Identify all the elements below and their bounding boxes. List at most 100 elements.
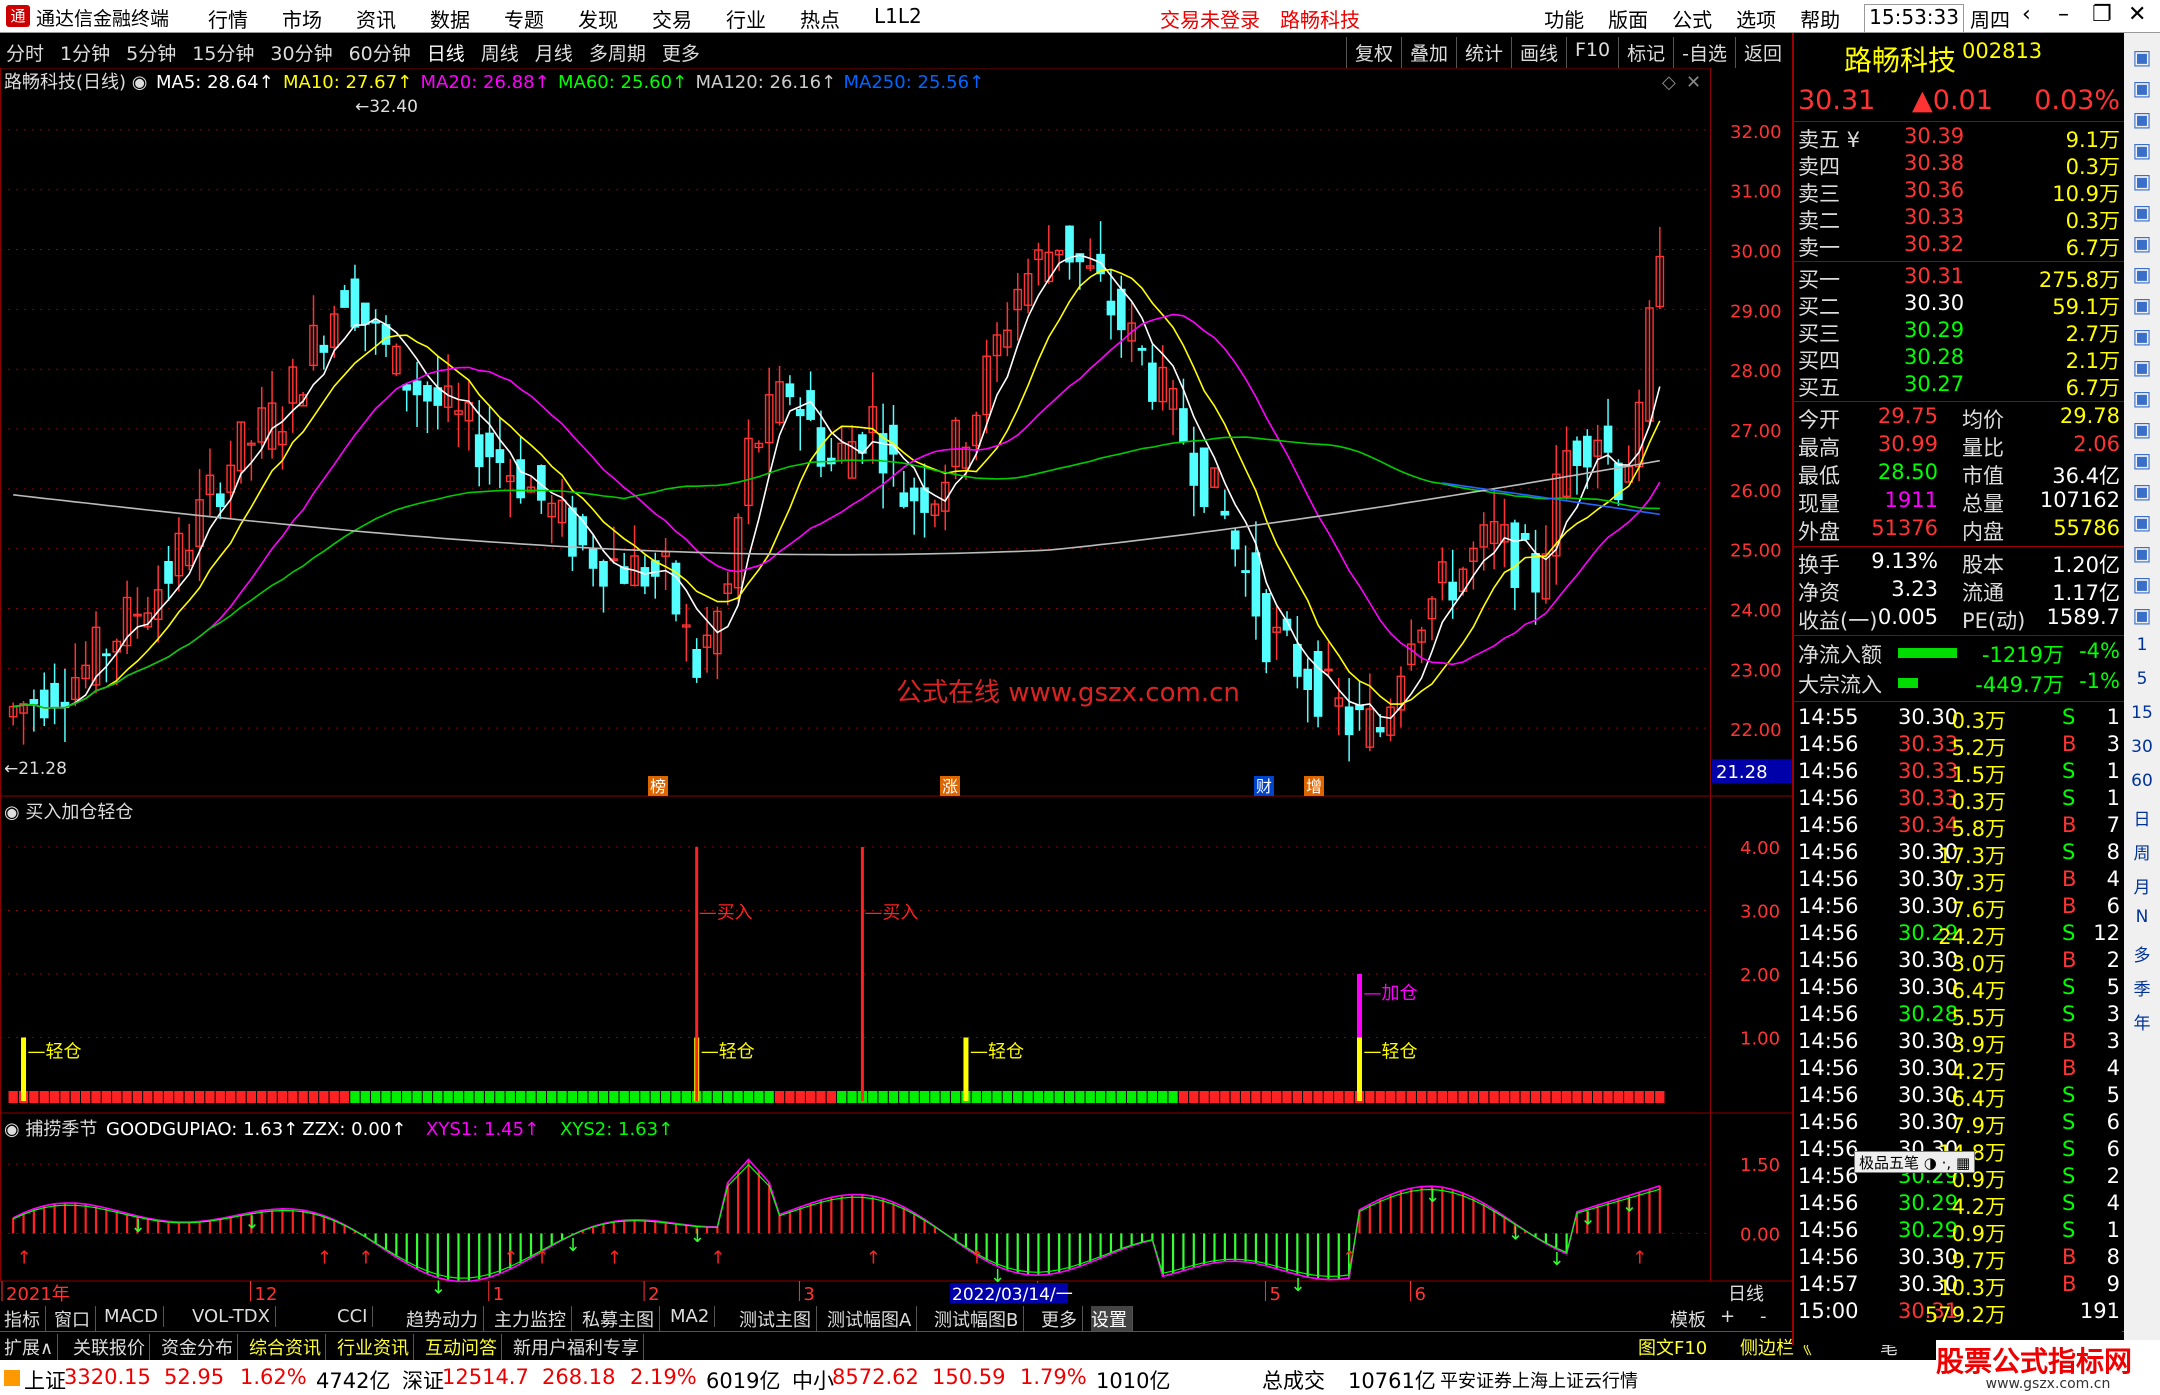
indicator-tab-9[interactable]: 测试主图 xyxy=(739,1306,817,1332)
ext-right-0[interactable]: 图文F10 xyxy=(1638,1334,1707,1360)
event-tag-2[interactable]: 财 xyxy=(1254,776,1274,796)
event-tag-1[interactable]: 涨 xyxy=(940,776,960,796)
kline-chart-area[interactable]: 32.0031.0030.0029.0028.0027.0026.0025.00… xyxy=(0,68,1792,1305)
menu-item-news[interactable]: 资讯 xyxy=(356,4,396,33)
menu-item-discover[interactable]: 发现 xyxy=(578,4,618,33)
side-period-6[interactable]: 周 xyxy=(2124,839,2160,864)
doc-icon[interactable]: ▣ xyxy=(2130,262,2154,286)
ext-tab-5[interactable]: 互动问答 xyxy=(425,1334,502,1360)
menu-item-help[interactable]: 帮助 xyxy=(1800,4,1840,33)
menu-item-topics[interactable]: 专题 xyxy=(504,4,544,33)
ext-tab-3[interactable]: 综合资讯 xyxy=(249,1334,326,1360)
tab-right-1[interactable]: + xyxy=(1720,1306,1735,1327)
side-period-9[interactable]: 多 xyxy=(2124,941,2160,966)
period-tab-4[interactable]: 30分钟 xyxy=(270,39,332,66)
menu-item-function[interactable]: 功能 xyxy=(1544,4,1584,33)
indicator-tab-13[interactable]: 设置 xyxy=(1091,1306,1133,1332)
ext-tab-4[interactable]: 行业资讯 xyxy=(337,1334,414,1360)
bars-icon[interactable]: ▣ xyxy=(2130,200,2154,224)
menu-item-trade[interactable]: 交易 xyxy=(652,4,692,33)
event-tag-3[interactable]: 增 xyxy=(1304,776,1324,796)
ext-tab-0[interactable]: 扩展∧ xyxy=(4,1334,59,1360)
close-panel-icon[interactable]: ✕ xyxy=(1686,72,1701,93)
indicator-tab-1[interactable]: 窗口 xyxy=(54,1306,96,1332)
period-tab-6[interactable]: 日线 xyxy=(427,39,465,66)
sys-icon[interactable]: ▣ xyxy=(2130,448,2154,472)
app-logo-icon[interactable]: 通 xyxy=(6,5,30,27)
period-tab-3[interactable]: 15分钟 xyxy=(192,39,254,66)
chart-tool-2[interactable]: 统计 xyxy=(1455,37,1511,68)
side-period-1[interactable]: 5 xyxy=(2124,669,2160,689)
indicator-tab-10[interactable]: 测试幅图A xyxy=(827,1306,918,1332)
ime-popup[interactable]: 极品五笔 ◑ ·, ▦ xyxy=(1854,1151,1976,1173)
index-name[interactable]: 深证 xyxy=(402,1365,444,1395)
move-icon[interactable]: ▣ xyxy=(2130,510,2154,534)
indicator-tab-2[interactable]: MACD xyxy=(104,1306,164,1327)
side-period-3[interactable]: 30 xyxy=(2124,737,2160,757)
up-icon[interactable]: ▣ xyxy=(2130,45,2154,69)
k-icon[interactable]: ▣ xyxy=(2130,603,2154,627)
chart-tool-6[interactable]: -自选 xyxy=(1673,37,1735,68)
ext-tab-1[interactable]: 关联报价 xyxy=(73,1334,150,1360)
menu-item-market[interactable]: 市场 xyxy=(282,4,322,33)
info3-icon[interactable]: ▣ xyxy=(2130,386,2154,410)
side-period-2[interactable]: 15 xyxy=(2124,703,2160,723)
ime-moon-icon[interactable]: ◑ ·, ▦ xyxy=(1919,1154,1970,1172)
menu-item-l1l2[interactable]: L1L2 xyxy=(874,4,922,33)
ext-tab-2[interactable]: 资金分布 xyxy=(161,1334,238,1360)
info4-icon[interactable]: ▣ xyxy=(2130,417,2154,441)
rsi-icon[interactable]: ▣ xyxy=(2130,479,2154,503)
info2-icon[interactable]: ▣ xyxy=(2130,355,2154,379)
chart-tool-0[interactable]: 复权 xyxy=(1345,37,1401,68)
menu-item-data[interactable]: 数据 xyxy=(430,4,470,33)
period-tab-7[interactable]: 周线 xyxy=(481,39,519,66)
ext-tab-6[interactable]: 新用户福利专享 xyxy=(513,1334,644,1360)
trade-login-status[interactable]: 交易未登录 xyxy=(1160,4,1260,33)
event-tag-0[interactable]: 榜 xyxy=(648,776,668,796)
side-period-11[interactable]: 年 xyxy=(2124,1009,2160,1034)
side-period-0[interactable]: 1 xyxy=(2124,635,2160,655)
indicator-tab-12[interactable]: 更多 xyxy=(1041,1306,1083,1332)
period-tab-10[interactable]: 更多 xyxy=(662,39,700,66)
fin-icon[interactable]: ▣ xyxy=(2130,293,2154,317)
indicator-tab-11[interactable]: 测试幅图B xyxy=(934,1306,1025,1332)
period-tab-9[interactable]: 多周期 xyxy=(589,39,646,66)
indicator-tab-0[interactable]: 指标 xyxy=(4,1306,46,1332)
diamond-icon[interactable]: ◇ xyxy=(1662,72,1676,93)
period-tab-0[interactable]: 分时 xyxy=(6,39,44,66)
back-icon[interactable]: ‹ xyxy=(2022,2,2031,27)
chart-icon[interactable]: ▣ xyxy=(2130,169,2154,193)
side-period-8[interactable]: N xyxy=(2124,907,2160,927)
period-tab-2[interactable]: 5分钟 xyxy=(126,39,176,66)
chart-tool-3[interactable]: 画线 xyxy=(1510,37,1566,68)
side-period-4[interactable]: 60 xyxy=(2124,771,2160,791)
side-period-7[interactable]: 月 xyxy=(2124,873,2160,898)
fs-icon[interactable]: ▣ xyxy=(2130,572,2154,596)
side-period-5[interactable]: 日 xyxy=(2124,805,2160,830)
chart-tool-7[interactable]: 返回 xyxy=(1734,37,1790,68)
info-icon[interactable]: ▣ xyxy=(2130,324,2154,348)
menu-item-formula[interactable]: 公式 xyxy=(1672,4,1712,33)
minimize-icon[interactable]: – xyxy=(2058,2,2069,27)
indicator-tab-3[interactable]: VOL-TDX xyxy=(192,1306,276,1327)
list-icon[interactable]: ▣ xyxy=(2130,107,2154,131)
period-tab-5[interactable]: 60分钟 xyxy=(349,39,411,66)
tab-right-2[interactable]: - xyxy=(1760,1306,1767,1327)
table-icon[interactable]: ▣ xyxy=(2130,231,2154,255)
pen-icon[interactable]: ▣ xyxy=(2130,541,2154,565)
indicator-tab-5[interactable]: 趋势动力 xyxy=(406,1306,484,1332)
chart-tool-1[interactable]: 叠加 xyxy=(1400,37,1456,68)
period-tab-8[interactable]: 月线 xyxy=(535,39,573,66)
menu-item-quotes[interactable]: 行情 xyxy=(208,4,248,33)
chart-tool-4[interactable]: F10 xyxy=(1566,37,1618,68)
menu-item-options[interactable]: 选项 xyxy=(1736,4,1776,33)
period-tab-1[interactable]: 1分钟 xyxy=(60,39,110,66)
menu-item-industry[interactable]: 行业 xyxy=(726,4,766,33)
indicator-tab-6[interactable]: 主力监控 xyxy=(494,1306,572,1332)
indicator-tab-8[interactable]: MA2 xyxy=(670,1306,716,1327)
chart-tool-5[interactable]: 标记 xyxy=(1618,37,1673,68)
menu-item-layout[interactable]: 版面 xyxy=(1608,4,1648,33)
grid-icon[interactable]: ▣ xyxy=(2130,138,2154,162)
indicator-tab-4[interactable]: CCI xyxy=(337,1306,374,1327)
down-icon[interactable]: ▣ xyxy=(2130,76,2154,100)
